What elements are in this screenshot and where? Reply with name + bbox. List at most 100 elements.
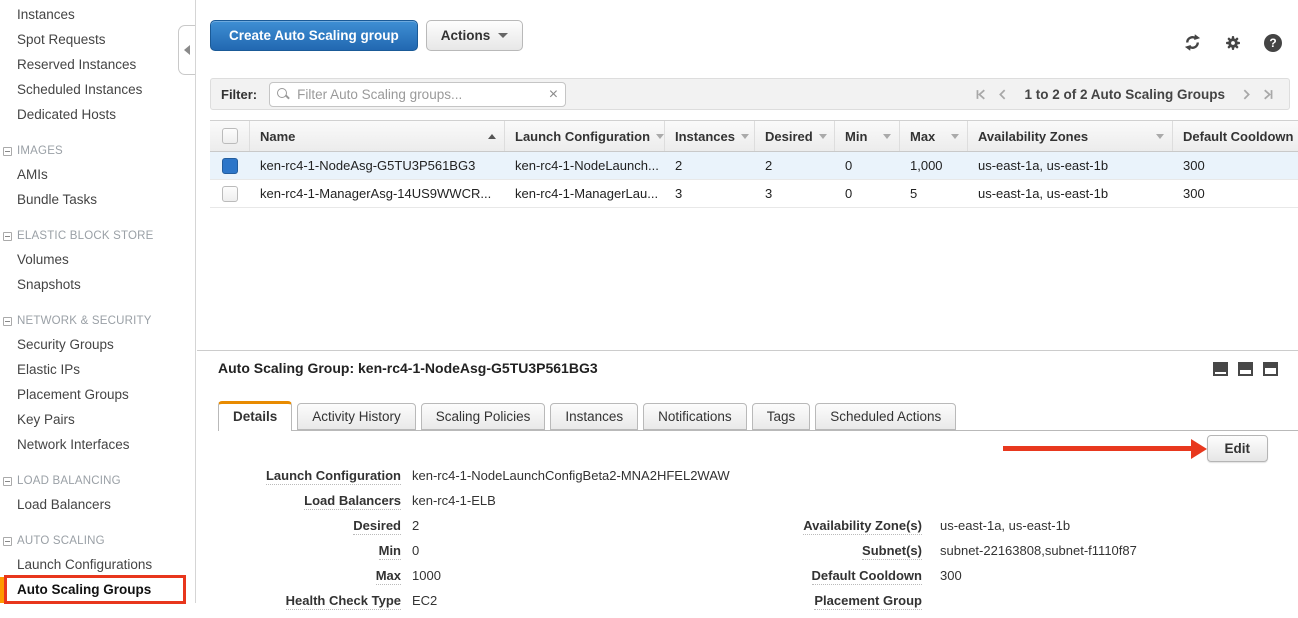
column-header-name[interactable]: Name: [250, 121, 505, 151]
sort-chevron-icon: [1156, 134, 1164, 139]
pagination-last-button[interactable]: [1262, 88, 1275, 101]
annotation-arrow: [1003, 446, 1193, 451]
field-label: Health Check Type: [286, 593, 401, 610]
sidebar-item-bundle-tasks[interactable]: Bundle Tasks: [0, 187, 195, 212]
pagination-first-button[interactable]: [974, 88, 987, 101]
detail-tabs: Details Activity History Scaling Policie…: [218, 402, 1298, 431]
tab-instances[interactable]: Instances: [550, 403, 638, 430]
search-box: ×: [269, 82, 566, 107]
sidebar-item-key-pairs[interactable]: Key Pairs: [0, 407, 195, 432]
field-desired: Desired 2: [210, 518, 770, 543]
table-row[interactable]: ken-rc4-1-NodeAsg-G5TU3P561BG3 ken-rc4-1…: [210, 152, 1298, 180]
sidebar-item-scheduled-instances[interactable]: Scheduled Instances: [0, 77, 195, 102]
sidebar-item-placement-groups[interactable]: Placement Groups: [0, 382, 195, 407]
cell-instances: 2: [665, 152, 755, 179]
sidebar-section-network-security[interactable]: NETWORK & SECURITY: [0, 310, 195, 332]
sort-chevron-icon: [883, 134, 891, 139]
filter-label: Filter:: [221, 87, 257, 102]
pane-layout-small-icon[interactable]: [1213, 362, 1228, 376]
sidebar-item-snapshots[interactable]: Snapshots: [0, 272, 195, 297]
field-label: Launch Configuration: [266, 468, 401, 485]
collapse-left-icon: [184, 45, 190, 55]
sidebar-item-launch-configurations[interactable]: Launch Configurations: [0, 552, 195, 577]
collapse-minus-icon: [3, 147, 12, 156]
field-value: ken-rc4-1-NodeLaunchConfigBeta2-MNA2HFEL…: [412, 468, 730, 483]
sidebar-item-amis[interactable]: AMIs: [0, 162, 195, 187]
field-placement-group: Placement Group: [770, 593, 1137, 618]
table-row[interactable]: ken-rc4-1-ManagerAsg-14US9WWCR... ken-rc…: [210, 180, 1298, 208]
sort-chevron-icon: [741, 134, 749, 139]
field-value: 1000: [412, 568, 441, 583]
sidebar-item-reserved-instances[interactable]: Reserved Instances: [0, 52, 195, 77]
sidebar-item-auto-scaling-groups[interactable]: Auto Scaling Groups: [0, 577, 195, 603]
field-value: 300: [940, 568, 962, 583]
section-header-label: LOAD BALANCING: [17, 470, 121, 492]
tab-tags[interactable]: Tags: [752, 403, 811, 430]
row-checkbox[interactable]: [222, 158, 238, 174]
sort-chevron-icon: [656, 134, 664, 139]
help-icon[interactable]: ?: [1264, 34, 1282, 52]
create-auto-scaling-group-button[interactable]: Create Auto Scaling group: [210, 20, 418, 51]
column-label: Name: [260, 129, 295, 144]
field-availability-zones: Availability Zone(s) us-east-1a, us-east…: [770, 518, 1137, 543]
select-all-checkbox[interactable]: [222, 128, 238, 144]
column-header-availability-zones[interactable]: Availability Zones: [968, 121, 1173, 151]
actions-button[interactable]: Actions: [426, 20, 524, 51]
column-header-launch-configuration[interactable]: Launch Configuration: [505, 121, 665, 151]
field-value: 0: [412, 543, 419, 558]
edit-button[interactable]: Edit: [1207, 435, 1269, 462]
tab-activity-history[interactable]: Activity History: [297, 403, 416, 430]
pagination-next-button[interactable]: [1240, 88, 1253, 101]
gear-icon[interactable]: [1224, 34, 1242, 52]
clear-filter-icon[interactable]: ×: [549, 84, 558, 105]
pagination-prev-button[interactable]: [996, 88, 1009, 101]
tab-scaling-policies[interactable]: Scaling Policies: [421, 403, 546, 430]
sidebar-section-images[interactable]: IMAGES: [0, 140, 195, 162]
sidebar-item-elastic-ips[interactable]: Elastic IPs: [0, 357, 195, 382]
refresh-icon[interactable]: [1183, 33, 1202, 52]
sidebar-section-auto-scaling[interactable]: AUTO SCALING: [0, 530, 195, 552]
filter-input[interactable]: [269, 82, 566, 107]
tab-details[interactable]: Details: [218, 401, 292, 431]
sort-chevron-icon: [819, 134, 827, 139]
column-header-min[interactable]: Min: [835, 121, 900, 151]
collapse-minus-icon: [3, 232, 12, 241]
column-header-max[interactable]: Max: [900, 121, 968, 151]
section-header-label: IMAGES: [17, 140, 63, 162]
collapse-minus-icon: [3, 317, 12, 326]
sidebar-item-spot-requests[interactable]: Spot Requests: [0, 27, 195, 52]
column-header-default-cooldown[interactable]: Default Cooldown: [1173, 121, 1298, 151]
field-subnets: Subnet(s) subnet-22163808,subnet-f1110f8…: [770, 543, 1137, 568]
cell-name: ken-rc4-1-ManagerAsg-14US9WWCR...: [250, 180, 505, 207]
column-header-desired[interactable]: Desired: [755, 121, 835, 151]
tab-notifications[interactable]: Notifications: [643, 403, 747, 430]
detail-panel: Auto Scaling Group: ken-rc4-1-NodeAsg-G5…: [197, 351, 1298, 603]
column-label: Availability Zones: [978, 129, 1088, 144]
section-header-label: ELASTIC BLOCK STORE: [17, 225, 154, 247]
cell-availability-zones: us-east-1a, us-east-1b: [968, 180, 1173, 207]
sidebar-item-instances[interactable]: Instances: [0, 2, 195, 27]
tab-scheduled-actions[interactable]: Scheduled Actions: [815, 403, 956, 430]
collapse-minus-icon: [3, 537, 12, 546]
field-default-cooldown: Default Cooldown 300: [770, 568, 1137, 593]
pane-layout-medium-icon[interactable]: [1238, 362, 1253, 376]
main-content: Create Auto Scaling group Actions: [197, 0, 1298, 603]
sidebar-item-network-interfaces[interactable]: Network Interfaces: [0, 432, 195, 457]
sidebar-collapse-button[interactable]: [178, 25, 195, 75]
select-all-checkbox-cell: [210, 121, 250, 151]
sidebar-nav: Instances Spot Requests Reserved Instanc…: [0, 0, 195, 603]
pane-layout-large-icon[interactable]: [1263, 362, 1278, 376]
sidebar-item-load-balancers[interactable]: Load Balancers: [0, 492, 195, 517]
cell-availability-zones: us-east-1a, us-east-1b: [968, 152, 1173, 179]
field-label: Max: [376, 568, 401, 585]
search-icon: [277, 88, 290, 101]
row-checkbox[interactable]: [222, 186, 238, 202]
sidebar-item-dedicated-hosts[interactable]: Dedicated Hosts: [0, 102, 195, 127]
sidebar-section-elastic-block-store[interactable]: ELASTIC BLOCK STORE: [0, 225, 195, 247]
detail-panel-title: Auto Scaling Group: ken-rc4-1-NodeAsg-G5…: [218, 360, 598, 376]
sidebar-item-volumes[interactable]: Volumes: [0, 247, 195, 272]
sidebar-section-load-balancing[interactable]: LOAD BALANCING: [0, 470, 195, 492]
sidebar-item-security-groups[interactable]: Security Groups: [0, 332, 195, 357]
column-label: Min: [845, 129, 867, 144]
column-header-instances[interactable]: Instances: [665, 121, 755, 151]
